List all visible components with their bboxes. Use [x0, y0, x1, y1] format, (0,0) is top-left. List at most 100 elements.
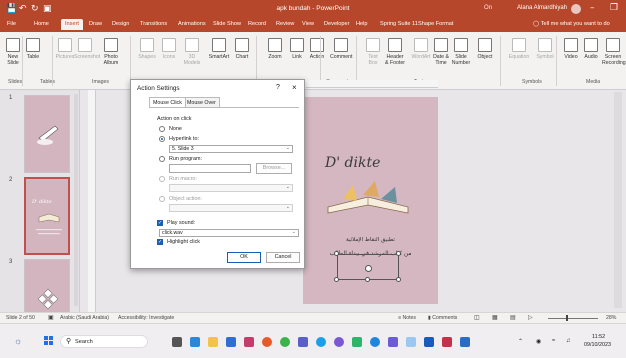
text-box-button[interactable]: Text Box	[362, 38, 384, 66]
spellcheck-icon[interactable]: ▣	[48, 314, 54, 321]
wifi-icon[interactable]: ≈	[552, 338, 555, 344]
notes-button[interactable]: ≡ Notes	[398, 315, 416, 321]
close-icon[interactable]: ×	[292, 83, 297, 92]
taskbar-search[interactable]: ⚲ Search	[60, 335, 148, 348]
zoom-slider-thumb[interactable]	[566, 315, 568, 321]
radio-hyperlink[interactable]	[159, 136, 165, 142]
app-icon[interactable]	[298, 337, 308, 347]
tab-design[interactable]: Design	[112, 21, 129, 27]
sound-select[interactable]: click.wav ⌄	[159, 229, 299, 237]
header-footer-button[interactable]: Header & Footer	[384, 38, 406, 66]
language-indicator[interactable]: Arabic (Saudi Arabia)	[60, 315, 109, 321]
app-icon[interactable]	[388, 337, 398, 347]
volume-icon[interactable]: ♫	[566, 338, 571, 344]
3d-models-button[interactable]: 3D Models	[181, 38, 203, 66]
slide-thumbnail-1[interactable]	[24, 95, 70, 173]
edge-icon[interactable]	[316, 337, 326, 347]
accessibility-status[interactable]: Accessibility: Investigate	[118, 315, 174, 321]
zoom-button[interactable]: Zoom	[264, 38, 286, 60]
help-button[interactable]: ?	[276, 84, 280, 91]
audio-button[interactable]: Audio	[580, 38, 602, 60]
equation-button[interactable]: Equation	[508, 38, 530, 60]
app-icon[interactable]	[460, 337, 470, 347]
clock-time[interactable]: 11:52	[592, 334, 605, 340]
smartart-button[interactable]: SmartArt	[208, 38, 230, 60]
tab-slide-show[interactable]: Slide Show	[213, 21, 241, 27]
slide-thumbnail-2[interactable]: D' dikte	[24, 177, 70, 255]
screenshot-button[interactable]: Screenshot	[74, 38, 100, 60]
zoom-slider[interactable]	[548, 318, 598, 319]
slide-number-button[interactable]: Slide Number	[450, 38, 472, 66]
reading-view-icon[interactable]: ▤	[510, 314, 516, 321]
app-icon[interactable]	[244, 337, 254, 347]
date-time-button[interactable]: Date & Time	[430, 38, 452, 66]
tab-insert[interactable]: Insert	[61, 19, 83, 30]
start-icon[interactable]	[44, 336, 54, 346]
slide-title[interactable]: D' dikte	[325, 155, 380, 171]
object-action-select[interactable]: ⌄	[169, 204, 293, 212]
clock-date[interactable]: 09/10/2023	[584, 342, 611, 348]
tab-record[interactable]: Record	[248, 21, 266, 27]
radio-run-macro[interactable]	[159, 176, 165, 182]
slide-arabic-line-1[interactable]: تطبيق النقاط الإملائية	[303, 237, 438, 243]
resize-handle[interactable]	[334, 277, 339, 282]
icons-button[interactable]: Icons	[158, 38, 180, 60]
screen-recording-button[interactable]: Screen Recording	[602, 38, 626, 66]
resize-handle[interactable]	[334, 251, 339, 256]
powerpoint-icon[interactable]	[442, 337, 452, 347]
app-icon[interactable]	[370, 337, 380, 347]
avatar[interactable]	[571, 4, 581, 14]
comments-button[interactable]: ▮ Comments	[428, 315, 457, 321]
file-explorer-icon[interactable]	[208, 337, 218, 347]
tab-developer[interactable]: Developer	[324, 21, 350, 27]
app-icon[interactable]	[352, 337, 362, 347]
store-icon[interactable]	[226, 337, 236, 347]
word-icon[interactable]	[424, 337, 434, 347]
browse-button[interactable]: Browse...	[256, 163, 292, 174]
tab-transitions[interactable]: Transitions	[140, 21, 167, 27]
play-sound-checkbox[interactable]: ✓	[157, 220, 163, 226]
resize-handle[interactable]	[365, 277, 370, 282]
radio-none[interactable]	[159, 126, 165, 132]
cancel-button[interactable]: Cancel	[266, 252, 300, 263]
table-button[interactable]: Table	[22, 38, 44, 60]
rotate-handle[interactable]	[365, 265, 372, 272]
tell-me-input[interactable]: ◯ Tell me what you want to do	[533, 21, 610, 27]
radio-run-program[interactable]	[159, 156, 165, 162]
action-button[interactable]: Action	[306, 38, 328, 60]
tab-shape-format[interactable]: Shape Format	[418, 21, 453, 27]
resize-handle[interactable]	[396, 277, 401, 282]
tab-view[interactable]: View	[302, 21, 314, 27]
minimize-icon[interactable]: –	[590, 3, 595, 13]
new-slide-button[interactable]: New Slide	[2, 38, 24, 66]
tab-spring-suite-11[interactable]: Spring Suite 11	[380, 21, 418, 27]
chrome-icon[interactable]	[280, 337, 290, 347]
widgets-icon[interactable]: ☼	[14, 336, 22, 346]
run-macro-select[interactable]: ⌄	[169, 184, 293, 192]
editor-scrollbar[interactable]	[614, 92, 622, 308]
ok-button[interactable]: OK	[227, 252, 261, 263]
object-button[interactable]: Object	[474, 38, 496, 60]
app-icon[interactable]	[334, 337, 344, 347]
run-program-input[interactable]	[169, 164, 251, 173]
resize-handle[interactable]	[396, 251, 401, 256]
slide-sorter-icon[interactable]: ▦	[492, 314, 498, 321]
symbol-button[interactable]: Symbol	[534, 38, 556, 60]
task-view-icon[interactable]	[172, 337, 182, 347]
shapes-button[interactable]: Shapes	[136, 38, 158, 60]
restore-icon[interactable]: ❐	[610, 3, 618, 13]
tab-draw[interactable]: Draw	[89, 21, 102, 27]
highlight-click-checkbox[interactable]: ✓	[157, 239, 163, 245]
language-tray-icon[interactable]: ◉	[536, 338, 541, 345]
link-button[interactable]: Link	[286, 38, 308, 60]
hyperlink-select[interactable]: 5. Slide 3 ⌄	[169, 145, 293, 153]
account-name[interactable]: Alana Almardhiyah	[517, 5, 567, 11]
tab-file[interactable]: File	[7, 21, 16, 27]
chart-button[interactable]: Chart	[231, 38, 253, 60]
tab-mouse-click[interactable]: Mouse Click	[149, 97, 186, 107]
wordart-button[interactable]: WordArt	[410, 38, 432, 60]
slide-canvas[interactable]: D' dikte تطبيق النقاط الإملائية من كتاب …	[303, 97, 438, 304]
radio-object-action[interactable]	[159, 196, 165, 202]
zoom-level[interactable]: 28%	[606, 315, 616, 321]
pictures-button[interactable]: Pictures	[54, 38, 76, 60]
